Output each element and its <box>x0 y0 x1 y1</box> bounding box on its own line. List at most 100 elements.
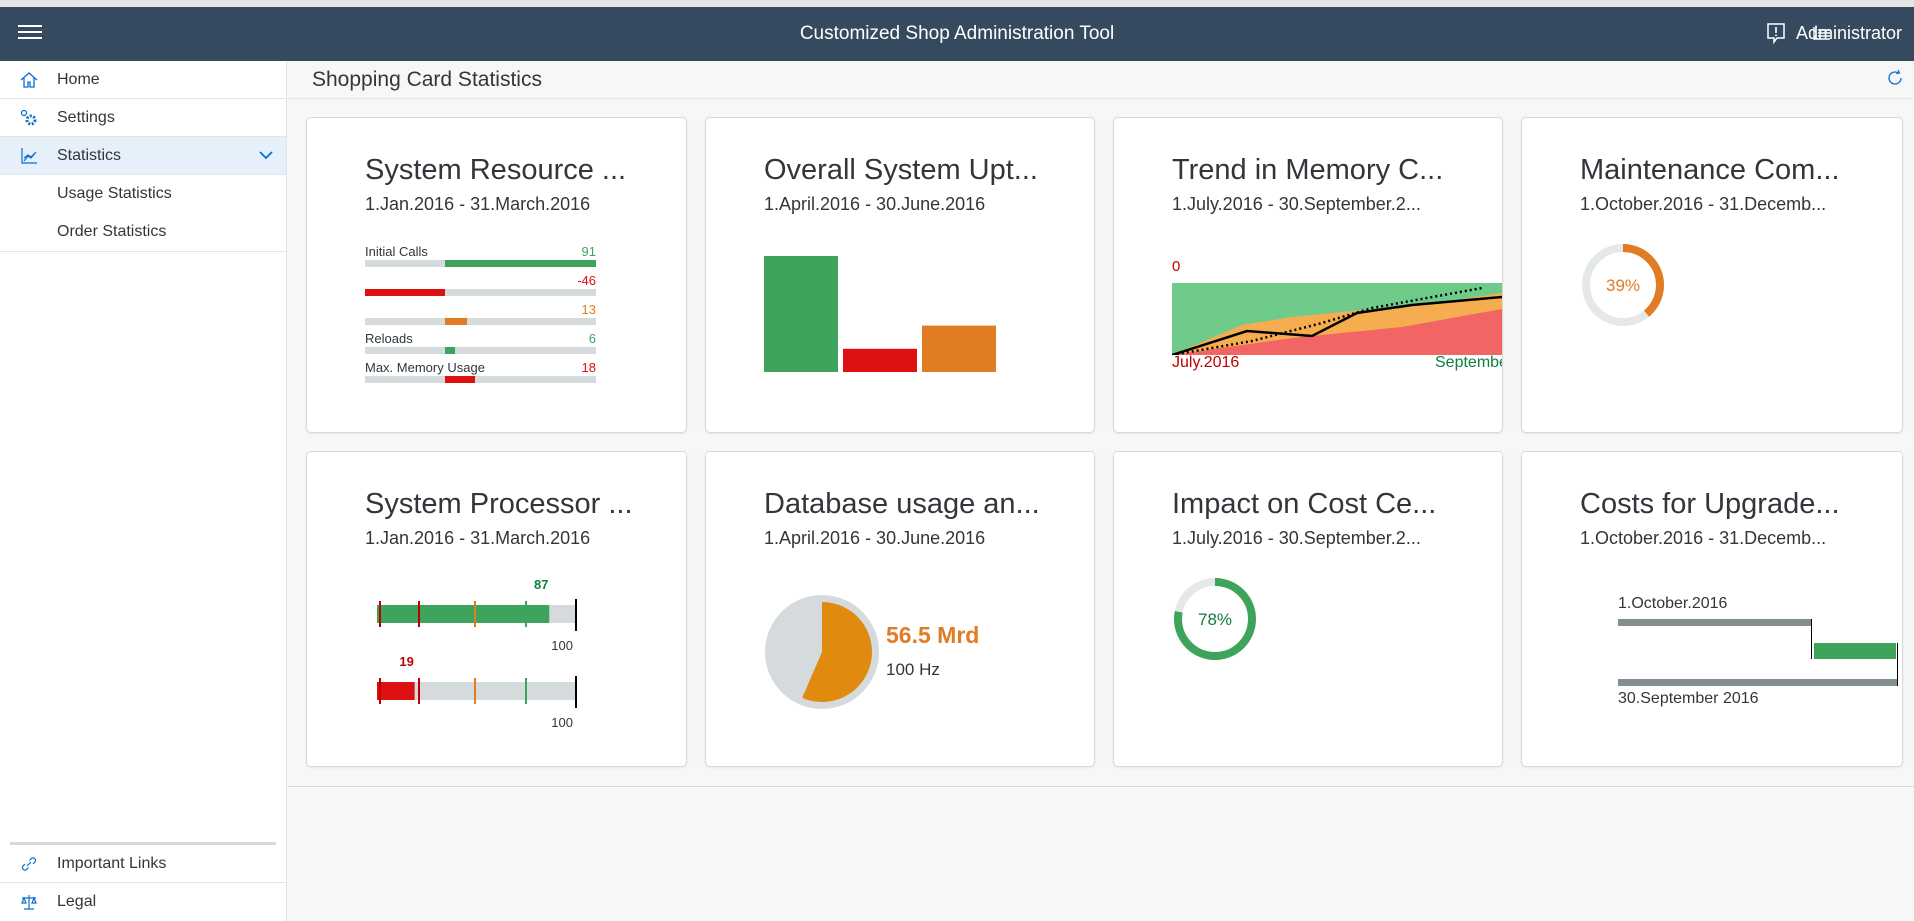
nav-item-statistics[interactable]: Statistics <box>0 137 286 175</box>
harvey-ball <box>765 595 879 709</box>
nav-label: Order Statistics <box>57 223 167 240</box>
tile-title: Database usage an... <box>764 488 1040 520</box>
tile-system-processor[interactable]: System Processor ... 1.Jan.2016 - 31.Mar… <box>307 452 686 766</box>
main-content: Shopping Card Statistics System Resource… <box>288 61 1914 921</box>
area-end-label: Septembe <box>1435 354 1502 371</box>
refresh-icon[interactable] <box>1884 67 1906 94</box>
tile-subtitle: 1.Jan.2016 - 31.March.2016 <box>365 194 591 214</box>
bullet-threshold-tick <box>474 601 476 627</box>
nav-label: Legal <box>57 893 97 910</box>
comparison-bar <box>445 347 455 354</box>
bullet-target-marker <box>575 599 577 631</box>
comparison-row-value: 18 <box>581 360 596 375</box>
comparison-row-label: Reloads <box>365 331 413 346</box>
tile-subtitle: 1.July.2016 - 30.September.2... <box>1172 528 1421 548</box>
column-bar <box>764 256 838 372</box>
comparison-bar <box>445 260 596 267</box>
tile-title: Overall System Upt... <box>764 154 1038 186</box>
bullet-value-label: 19 <box>399 654 413 669</box>
comparison-track <box>365 376 596 383</box>
nav-label: Statistics <box>57 146 122 164</box>
delta-bar <box>1814 643 1896 659</box>
nav-item-legal[interactable]: Legal <box>0 883 286 921</box>
scales-icon <box>0 893 57 911</box>
radial-chart: 39% <box>1582 244 1664 326</box>
nav-label: Settings <box>57 108 115 126</box>
shell-bar: Customized Shop Administration Tool Admi… <box>0 7 1914 61</box>
comparison-row-value: 13 <box>581 302 596 317</box>
radial-label: 39% <box>1606 276 1640 295</box>
nav-item-important-links[interactable]: Important Links <box>0 845 286 883</box>
tile-title: Impact on Cost Ce... <box>1172 488 1437 520</box>
area-chart <box>1172 283 1502 355</box>
radial-chart: 78% <box>1174 578 1256 660</box>
tile-title: Trend in Memory C... <box>1172 154 1444 186</box>
delta-top-bar <box>1618 619 1811 626</box>
tile-costs-upgrade[interactable]: Costs for Upgrade... 1.October.2016 - 31… <box>1522 452 1902 766</box>
tile-system-resource[interactable]: System Resource ... 1.Jan.2016 - 31.Marc… <box>307 118 686 432</box>
harvey-value: 56.5 Mrd <box>886 622 980 648</box>
nav-label: Important Links <box>57 854 167 872</box>
bullet-bar <box>377 682 415 700</box>
app-title: Customized Shop Administration Tool <box>799 23 1115 44</box>
nav-subitem-usage-statistics[interactable]: Usage Statistics <box>0 175 286 213</box>
delta-top-label: 1.October.2016 <box>1618 595 1728 612</box>
column-bar <box>922 325 996 372</box>
nav-label: Usage Statistics <box>57 185 172 202</box>
delta-divider-end <box>1897 643 1898 686</box>
side-navigation: Home Settings Statistics Usage Statistic… <box>0 61 287 921</box>
radial-label: 78% <box>1198 610 1232 629</box>
comparison-bar <box>445 376 475 383</box>
tile-subtitle: 1.October.2016 - 31.Decemb... <box>1580 194 1827 214</box>
harvey-total: 100 Hz <box>886 660 940 679</box>
bullet-threshold-tick <box>525 601 527 627</box>
content-divider <box>288 786 1914 787</box>
tile-impact-cost-center[interactable]: Impact on Cost Ce... 1.July.2016 - 30.Se… <box>1114 452 1502 766</box>
tile-title: System Processor ... <box>365 488 633 520</box>
nav-label: Home <box>57 70 100 88</box>
comparison-track <box>365 347 596 354</box>
tile-maintenance[interactable]: Maintenance Com... 1.October.2016 - 31.D… <box>1522 118 1902 432</box>
link-icon <box>0 855 57 873</box>
bullet-target-label: 100 <box>551 638 573 653</box>
bullet-threshold-tick <box>418 678 420 704</box>
comparison-bar <box>365 289 445 296</box>
tile-title: Costs for Upgrade... <box>1580 488 1840 520</box>
bullet-chart: 87 100 19 100 <box>377 577 577 730</box>
nav-item-home[interactable]: Home <box>0 61 286 99</box>
bullet-threshold-tick <box>379 601 381 627</box>
home-icon <box>0 70 57 90</box>
area-start-label: July.2016 <box>1172 354 1240 371</box>
user-menu[interactable]: Administrator <box>1796 23 1902 44</box>
comparison-row-value: -46 <box>577 273 596 288</box>
chevron-down-icon[interactable] <box>258 147 274 168</box>
bullet-value-label: 87 <box>534 577 548 592</box>
delta-bottom-label: 30.September 2016 <box>1618 690 1759 707</box>
comparison-row-label: Max. Memory Usage <box>365 360 485 375</box>
comparison-row-value: 6 <box>588 331 596 346</box>
tile-overall-system-uptime[interactable]: Overall System Upt... 1.April.2016 - 30.… <box>706 118 1094 432</box>
tile-title: Maintenance Com... <box>1580 154 1840 186</box>
bullet-target-marker <box>575 676 577 708</box>
page-title: Shopping Card Statistics <box>312 68 542 91</box>
column-chart <box>764 256 996 372</box>
bullet-bar <box>377 605 550 623</box>
tile-trend-memory[interactable]: Trend in Memory C... 1.July.2016 - 30.Se… <box>1114 118 1502 432</box>
comparison-track <box>365 318 596 325</box>
tile-database-usage[interactable]: Database usage an... 1.April.2016 - 30.J… <box>706 452 1094 766</box>
notification-icon[interactable] <box>1764 21 1788 45</box>
tile-subtitle: 1.April.2016 - 30.June.2016 <box>764 528 986 548</box>
comparison-chart: Initial Calls 91 -46 13 Reloads 6 Max. Memory … <box>365 244 596 394</box>
nav-subitem-order-statistics[interactable]: Order Statistics <box>0 213 286 251</box>
bullet-target-label: 100 <box>551 715 573 730</box>
delta-bottom-bar <box>1618 679 1897 686</box>
tile-subtitle: 1.July.2016 - 30.September.2... <box>1172 194 1421 214</box>
column-bar <box>843 348 917 372</box>
tile-subtitle: 1.Jan.2016 - 31.March.2016 <box>365 528 591 548</box>
delta-divider <box>1811 619 1812 659</box>
page-header: Shopping Card Statistics <box>288 61 1914 99</box>
area-min-label: 0 <box>1172 258 1181 275</box>
bullet-threshold-tick <box>525 678 527 704</box>
comparison-row-value: 91 <box>581 244 596 259</box>
nav-item-settings[interactable]: Settings <box>0 99 286 137</box>
